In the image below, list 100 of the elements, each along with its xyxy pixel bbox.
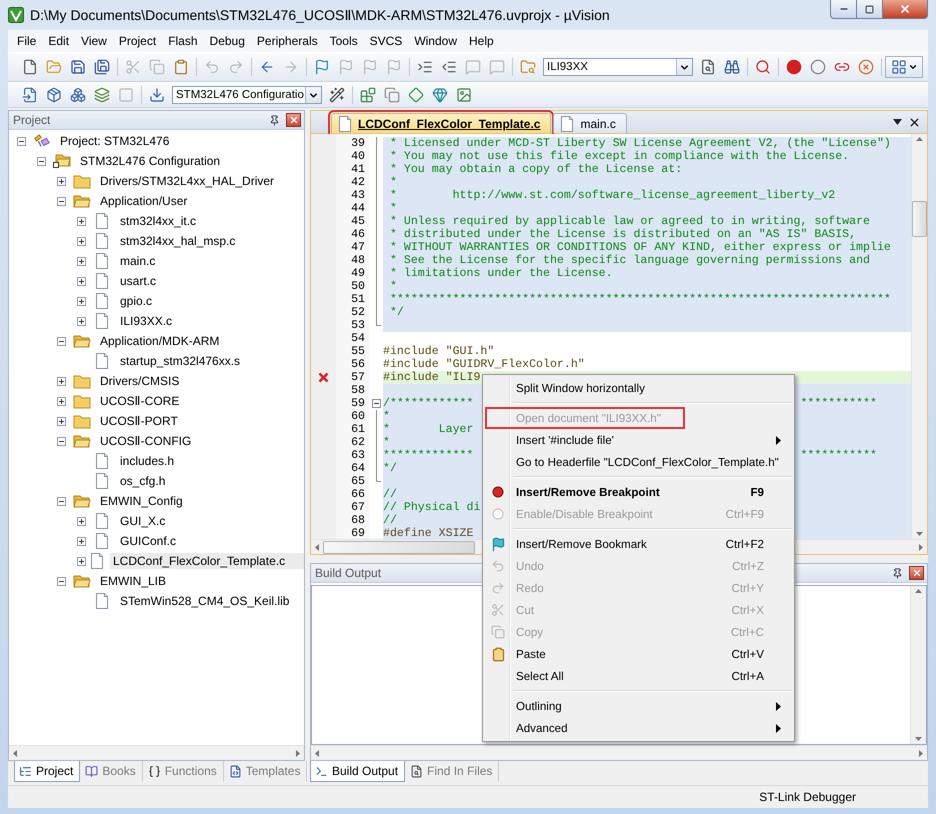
panel-tab[interactable]: Project <box>14 761 80 782</box>
tree-item[interactable]: gpio.c <box>117 293 156 309</box>
collapse-toggle[interactable] <box>17 136 26 146</box>
menu-item[interactable]: Select All Ctrl+A <box>485 665 792 687</box>
arrow-right-icon[interactable] <box>919 750 923 756</box>
pin-button[interactable] <box>892 568 903 578</box>
minimize-button[interactable] <box>830 0 857 19</box>
tree-item[interactable]: stm32l4xx_it.c <box>117 213 200 229</box>
vertical-scrollbar[interactable] <box>910 586 926 744</box>
menu-item[interactable]: Outlining <box>485 695 792 717</box>
tree-item[interactable]: stm32l4xx_hal_msp.c <box>117 233 238 249</box>
horizontal-scrollbar[interactable] <box>311 745 927 760</box>
tree-item[interactable]: EMWIN_Config <box>97 493 186 509</box>
collapse-toggle[interactable] <box>57 196 66 206</box>
menu-item[interactable]: Insert '#include file' <box>485 429 792 451</box>
tree-item[interactable]: Application/MDK-ARM <box>97 333 222 349</box>
collapse-toggle[interactable] <box>57 576 66 586</box>
arrow-left-icon[interactable] <box>315 750 319 756</box>
expand-toggle[interactable] <box>77 276 86 286</box>
menu-item[interactable]: Split Window horizontally <box>485 377 792 399</box>
menu-item[interactable]: Peripherals <box>250 34 324 48</box>
expand-toggle[interactable] <box>77 256 86 266</box>
tree-item[interactable]: Drivers/CMSIS <box>97 373 182 389</box>
menu-item[interactable]: Paste Ctrl+V <box>485 643 792 665</box>
menu-item[interactable]: View <box>75 34 113 48</box>
scroll-thumb[interactable] <box>912 201 927 237</box>
menu-item[interactable]: Advanced <box>485 717 792 739</box>
tree-item[interactable]: STM32L476 Configuration <box>77 153 224 169</box>
editor-tab[interactable]: main.c <box>553 113 627 133</box>
collapse-toggle[interactable] <box>37 156 46 166</box>
dropdown-field[interactable]: STM32L476 Configuratio <box>172 86 322 104</box>
editor-tab[interactable]: LCDConf_FlexColor_Template.c <box>331 113 552 133</box>
menu-item[interactable]: Debug <box>204 34 251 48</box>
tree-item[interactable]: Drivers/STM32L4xx_HAL_Driver <box>97 173 278 189</box>
tree-item[interactable]: UCOSⅡ-PORT <box>97 413 181 429</box>
expand-toggle[interactable] <box>57 396 66 406</box>
tree-item[interactable]: includes.h <box>117 453 178 469</box>
tree-item[interactable]: ILI93XX.c <box>117 313 176 329</box>
expand-toggle[interactable] <box>57 376 66 386</box>
tree-item[interactable]: GUI_X.c <box>117 513 168 529</box>
menu-item[interactable]: Flash <box>162 34 204 48</box>
tree-item[interactable]: Application/User <box>97 193 190 209</box>
expand-toggle[interactable] <box>77 236 86 246</box>
expand-toggle[interactable] <box>77 536 86 546</box>
close-button[interactable] <box>909 566 924 580</box>
tree-item[interactable]: main.c <box>117 253 158 269</box>
tree-item[interactable]: Project: STM32L476 <box>57 133 172 149</box>
tree-item[interactable]: LCDConf_FlexColor_Template.c <box>110 553 304 569</box>
vertical-scrollbar[interactable] <box>911 134 927 539</box>
maximize-button[interactable] <box>856 0 883 19</box>
close-tab-button[interactable] <box>908 116 921 128</box>
scroll-thumb[interactable] <box>323 540 475 554</box>
pin-button[interactable] <box>269 114 280 126</box>
tree-item[interactable]: usart.c <box>117 273 160 289</box>
panel-tab[interactable]: Books <box>80 761 143 782</box>
arrow-up-icon[interactable] <box>915 589 922 593</box>
collapse-toggle[interactable] <box>57 336 66 346</box>
panel-tab[interactable]: Build Output <box>310 761 406 782</box>
arrow-right-icon[interactable] <box>919 544 923 550</box>
tree-item[interactable]: STemWin528_CM4_OS_Keil.lib <box>117 593 292 609</box>
arrow-up-icon[interactable] <box>916 137 923 141</box>
tree-item[interactable]: UCOSⅡ-CORE <box>97 393 182 409</box>
expand-toggle[interactable] <box>57 176 66 186</box>
close-button[interactable] <box>286 113 301 127</box>
expand-toggle[interactable] <box>77 296 86 306</box>
arrow-down-icon[interactable] <box>915 737 922 741</box>
dropdown-field[interactable]: ILI93XX <box>543 58 693 76</box>
menu-item[interactable]: Edit <box>42 34 76 48</box>
tree-item[interactable]: os_cfg.h <box>117 473 168 489</box>
menu-item[interactable]: File <box>11 34 42 48</box>
close-button[interactable] <box>882 0 928 19</box>
menu-item[interactable]: Tools <box>324 34 364 48</box>
arrow-down-icon[interactable] <box>916 532 923 536</box>
panel-tab[interactable]: Find In Files <box>405 761 500 782</box>
menu-item[interactable]: Help <box>463 34 500 48</box>
menu-item[interactable]: Project <box>112 34 162 48</box>
expand-toggle[interactable] <box>77 316 86 326</box>
tree-item[interactable]: startup_stm32l476xx.s <box>117 353 244 369</box>
expand-toggle[interactable] <box>57 416 66 426</box>
panel-tab[interactable]: Templates <box>224 761 308 782</box>
tool-button[interactable] <box>885 56 923 78</box>
menu-item[interactable]: SVCS <box>364 34 408 48</box>
menu-item[interactable]: Go to Headerfile "LCDConf_FlexColor_Template.h" <box>485 451 792 473</box>
collapse-toggle[interactable] <box>57 436 66 446</box>
arrow-left-icon[interactable] <box>315 544 319 550</box>
menu-item[interactable]: Window <box>408 34 463 48</box>
arrow-left-icon[interactable] <box>13 750 17 756</box>
expand-toggle[interactable] <box>77 556 86 566</box>
horizontal-scrollbar[interactable] <box>9 745 304 760</box>
tree-item[interactable]: GUIConf.c <box>117 533 180 549</box>
tree-item[interactable]: UCOSⅡ-CONFIG <box>97 433 194 449</box>
menu-item[interactable]: Insert/Remove Breakpoint F9 <box>485 481 792 503</box>
fold-toggle[interactable] <box>372 399 380 408</box>
expand-toggle[interactable] <box>77 216 86 226</box>
expand-toggle[interactable] <box>77 516 86 526</box>
tree-item[interactable]: EMWIN_LIB <box>97 573 170 589</box>
panel-tab[interactable]: Functions <box>142 761 224 782</box>
collapse-toggle[interactable] <box>57 496 66 506</box>
arrow-right-icon[interactable] <box>296 750 300 756</box>
menu-item[interactable]: Insert/Remove Bookmark Ctrl+F2 <box>485 533 792 555</box>
